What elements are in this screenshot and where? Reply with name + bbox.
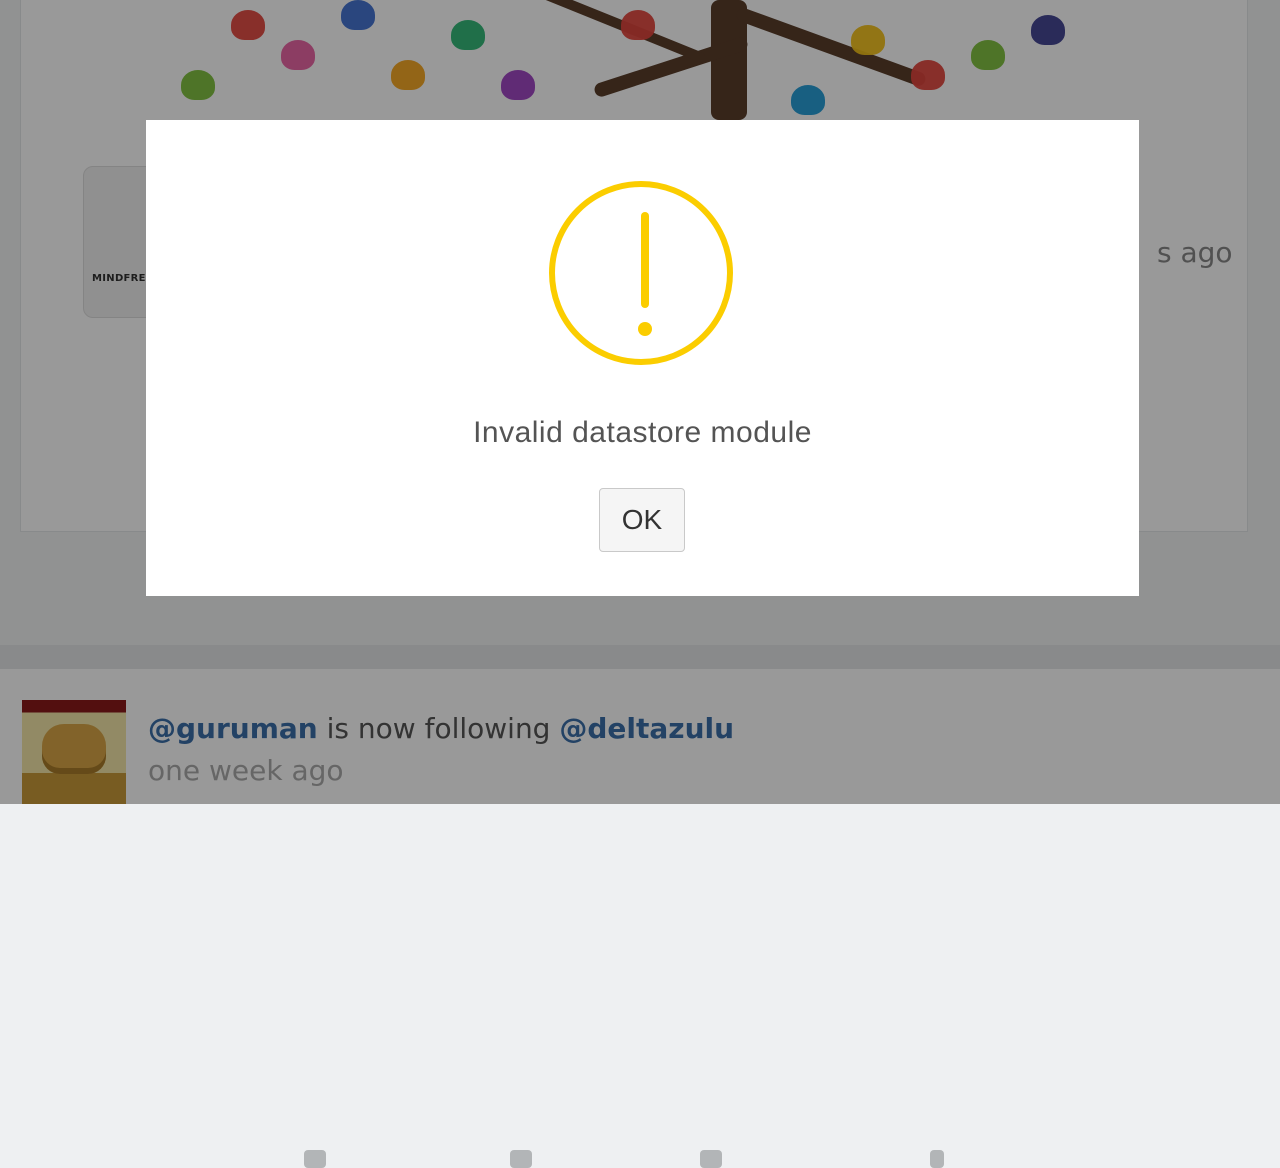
ok-button[interactable]: OK [599, 488, 685, 552]
more-icon[interactable] [930, 1150, 944, 1168]
like-icon[interactable] [304, 1150, 326, 1168]
alert-dialog: Invalid datastore module OK [146, 120, 1139, 596]
warning-icon [549, 181, 733, 365]
share-icon[interactable] [510, 1150, 532, 1168]
comment-icon[interactable] [700, 1150, 722, 1168]
dialog-message: Invalid datastore module [473, 416, 812, 449]
